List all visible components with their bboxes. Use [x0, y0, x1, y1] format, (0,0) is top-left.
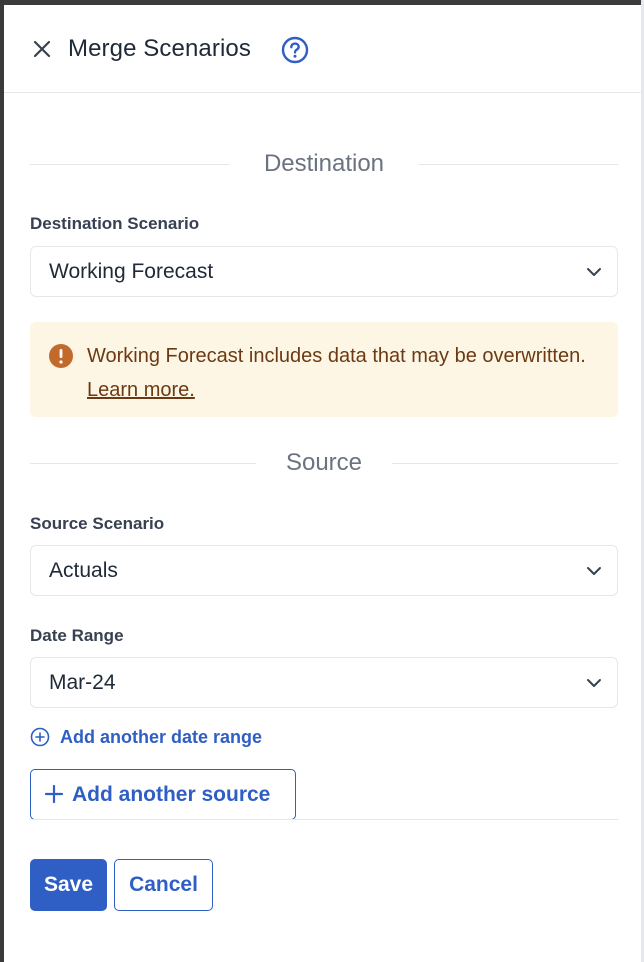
save-button[interactable]: Save	[30, 859, 107, 911]
help-icon[interactable]	[281, 36, 309, 64]
divider-line	[392, 463, 618, 464]
date-range-value: Mar-24	[49, 671, 116, 694]
destination-scenario-select[interactable]: Working Forecast	[30, 246, 618, 297]
add-date-range-label: Add another date range	[60, 727, 263, 747]
plus-circle-icon	[30, 727, 50, 747]
chevron-down-icon	[587, 567, 601, 575]
alert-text: Working Forecast includes data that may …	[87, 339, 597, 407]
date-range-select[interactable]: Mar-24	[30, 657, 618, 708]
source-scenario-value: Actuals	[49, 559, 118, 582]
date-range-label: Date Range	[30, 626, 124, 645]
panel-header: Merge Scenarios	[4, 5, 641, 93]
chevron-down-icon	[587, 679, 601, 687]
chevron-down-icon	[587, 268, 601, 276]
plus-icon	[44, 784, 64, 804]
page-title: Merge Scenarios	[68, 35, 251, 62]
add-source-button[interactable]: Add another source	[30, 769, 296, 820]
close-icon[interactable]	[32, 39, 52, 59]
source-section-divider: Source	[30, 447, 618, 479]
add-source-label: Add another source	[72, 783, 271, 806]
divider-line	[418, 164, 618, 165]
source-scenario-label: Source Scenario	[30, 514, 165, 533]
destination-scenario-value: Working Forecast	[49, 260, 214, 283]
destination-scenario-label: Destination Scenario	[30, 214, 200, 233]
footer-divider	[30, 819, 618, 820]
merge-scenarios-panel: Merge Scenarios Destination Destination …	[4, 5, 641, 962]
destination-section-divider: Destination	[30, 148, 618, 180]
warning-icon	[49, 344, 73, 368]
learn-more-link[interactable]: Learn more.	[87, 379, 195, 401]
cancel-button[interactable]: Cancel	[114, 859, 213, 911]
alert-message: Working Forecast includes data that may …	[87, 345, 586, 367]
overwrite-warning-alert: Working Forecast includes data that may …	[30, 322, 618, 417]
source-scenario-select[interactable]: Actuals	[30, 545, 618, 596]
